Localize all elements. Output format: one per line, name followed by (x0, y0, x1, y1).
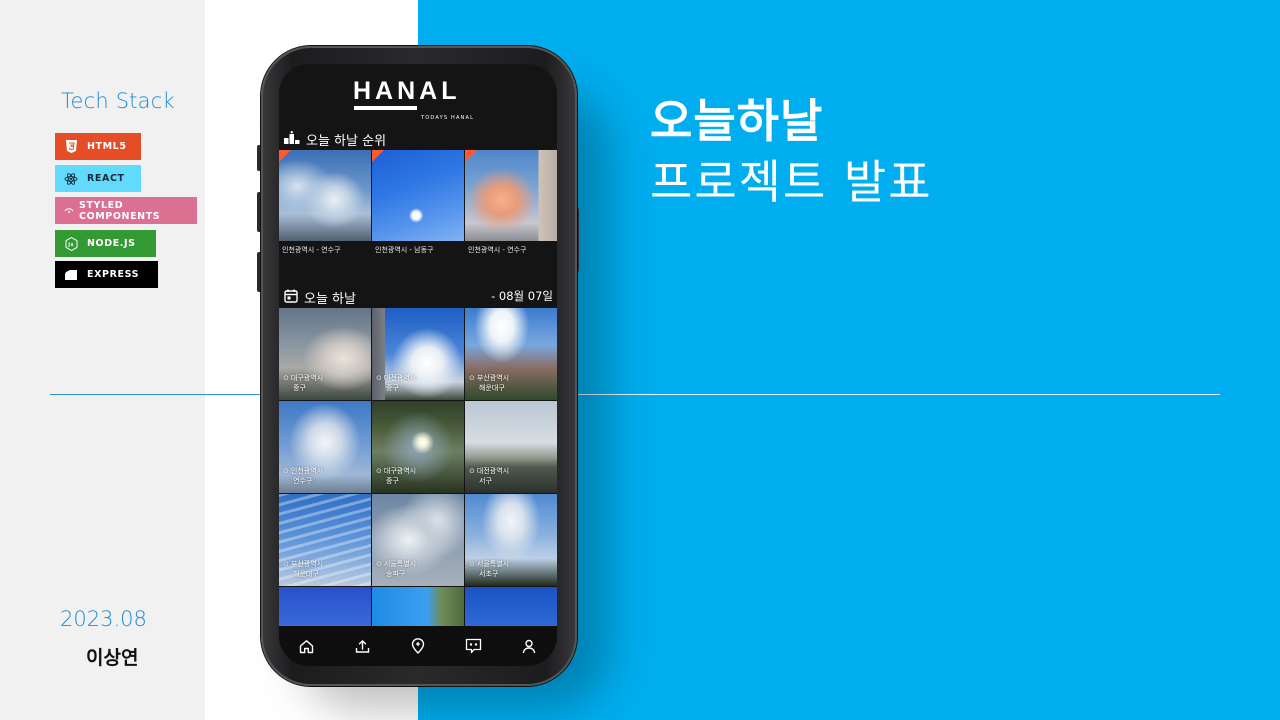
presentation-date: 2023.08 (60, 607, 147, 631)
phone-screen: HANAL TODAYS HANAL 오늘 하날 순위 인천광역시 - 연수구 … (279, 64, 557, 666)
sky-photo (279, 150, 371, 241)
today-section-header: 오늘 하날 (284, 288, 356, 307)
location-pin-icon: ⊙ (469, 467, 475, 475)
express-icon (64, 268, 78, 282)
photo-tile[interactable]: ⊙ 대구광역시 중구 (372, 401, 464, 493)
sky-photo (372, 150, 464, 241)
photo-tile[interactable]: ⊙ 서울특별시 서초구 (465, 494, 557, 586)
photo-tile[interactable] (465, 587, 557, 627)
location-pin-icon: ⊙ (376, 374, 382, 382)
profile-icon[interactable] (520, 637, 538, 655)
ranking-card[interactable]: 인천광역시 - 남동구 (372, 150, 464, 260)
project-title: 오늘하날 (650, 94, 824, 148)
badge-label: NODE.JS (87, 238, 136, 249)
location-pin-icon[interactable] (409, 637, 427, 655)
photo-tile[interactable]: ⊙ 대구광역시 중구 (279, 308, 371, 400)
badge-label: HTML5 (87, 141, 127, 152)
app-logo[interactable]: HANAL TODAYS HANAL (353, 77, 493, 121)
svg-text:js: js (67, 242, 74, 248)
project-subtitle: 프로젝트 발표 (650, 155, 933, 209)
bottom-navigation (279, 626, 557, 666)
photo-location: ⊙ 서울특별시 서초구 (469, 560, 510, 578)
location-pin-icon: ⊙ (469, 560, 475, 568)
photo-location: ⊙ 대구광역시 중구 (376, 467, 417, 485)
photo-tile[interactable]: ⊙ 대전광역시 중구 (372, 308, 464, 400)
logo-underline (354, 106, 417, 110)
today-photo-grid: ⊙ 대구광역시 중구 ⊙ 대전광역시 중구 ⊙ 부산광역시 해운대구 ⊙ 인천광역시 연수구 ⊙… (279, 308, 557, 627)
ranking-card[interactable]: 인천광역시 - 연수구 (279, 150, 371, 260)
badge-label: STYLED COMPONENTS (79, 199, 161, 222)
rank-marker (465, 150, 477, 162)
ranking-card[interactable]: 인천광역시 - 연수구 (465, 150, 557, 260)
location-pin-icon: ⊙ (283, 374, 289, 382)
badge-nodejs: js NODE.JS (55, 230, 156, 257)
photo-tile[interactable] (372, 587, 464, 627)
html5-icon (64, 140, 78, 154)
badge-label: REACT (87, 173, 125, 184)
photo-tile[interactable]: ⊙ 서울특별시 송파구 (372, 494, 464, 586)
today-title: 오늘 하날 (304, 292, 356, 307)
ranking-caption: 인천광역시 - 연수구 (468, 246, 527, 254)
photo-location: ⊙ 대전광역시 중구 (376, 374, 417, 392)
tech-stack-title: Tech Stack (61, 89, 175, 113)
chat-icon[interactable] (465, 637, 483, 655)
photo-location: ⊙ 서울특별시 송파구 (376, 560, 417, 578)
upload-icon[interactable] (353, 637, 371, 655)
photo-location: ⊙ 대구광역시 중구 (283, 374, 324, 392)
today-date: - 08월 07일 (491, 289, 553, 303)
location-pin-icon: ⊙ (283, 560, 289, 568)
podium-icon (284, 131, 300, 148)
rank-marker (372, 150, 384, 162)
logo-wordmark: HANAL (353, 77, 461, 105)
badge-react: REACT (55, 165, 141, 192)
photo-location: ⊙ 부산광역시 해운대구 (283, 560, 324, 578)
home-icon[interactable] (298, 637, 316, 655)
photo-location: ⊙ 대전광역시 서구 (469, 467, 510, 485)
location-pin-icon: ⊙ (469, 374, 475, 382)
logo-subtitle: TODAYS HANAL (421, 115, 475, 121)
badge-label: EXPRESS (87, 269, 140, 280)
react-icon (64, 172, 78, 186)
photo-tile[interactable]: ⊙ 대전광역시 서구 (465, 401, 557, 493)
sky-photo (465, 150, 557, 241)
photo-tile[interactable]: ⊙ 부산광역시 해운대구 (465, 308, 557, 400)
ranking-caption: 인천광역시 - 남동구 (375, 246, 434, 254)
divider-line-right (575, 394, 1220, 395)
ranking-row: 인천광역시 - 연수구 인천광역시 - 남동구 인천광역시 - 연수구 (279, 150, 557, 260)
author-name: 이상연 (86, 647, 139, 669)
ranking-section-header: 오늘 하날 순위 (284, 130, 386, 149)
photo-location: ⊙ 인천광역시 연수구 (283, 467, 324, 485)
location-pin-icon: ⊙ (376, 467, 382, 475)
badge-express: EXPRESS (55, 261, 158, 288)
photo-tile[interactable]: ⊙ 인천광역시 연수구 (279, 401, 371, 493)
nodejs-icon: js (64, 236, 78, 251)
badge-styled-components: STYLED COMPONENTS (55, 197, 197, 224)
location-pin-icon: ⊙ (283, 467, 289, 475)
photo-tile[interactable]: ⊙ 부산광역시 해운대구 (279, 494, 371, 586)
calendar-icon (284, 289, 298, 307)
rank-marker (279, 150, 291, 162)
photo-tile[interactable] (279, 587, 371, 627)
ranking-caption: 인천광역시 - 연수구 (282, 246, 341, 254)
photo-location: ⊙ 부산광역시 해운대구 (469, 374, 510, 392)
ranking-title: 오늘 하날 순위 (306, 134, 387, 149)
location-pin-icon: ⊙ (376, 560, 382, 568)
badge-html5: HTML5 (55, 133, 141, 160)
divider-line-left (50, 394, 265, 395)
styled-components-icon (64, 204, 74, 218)
